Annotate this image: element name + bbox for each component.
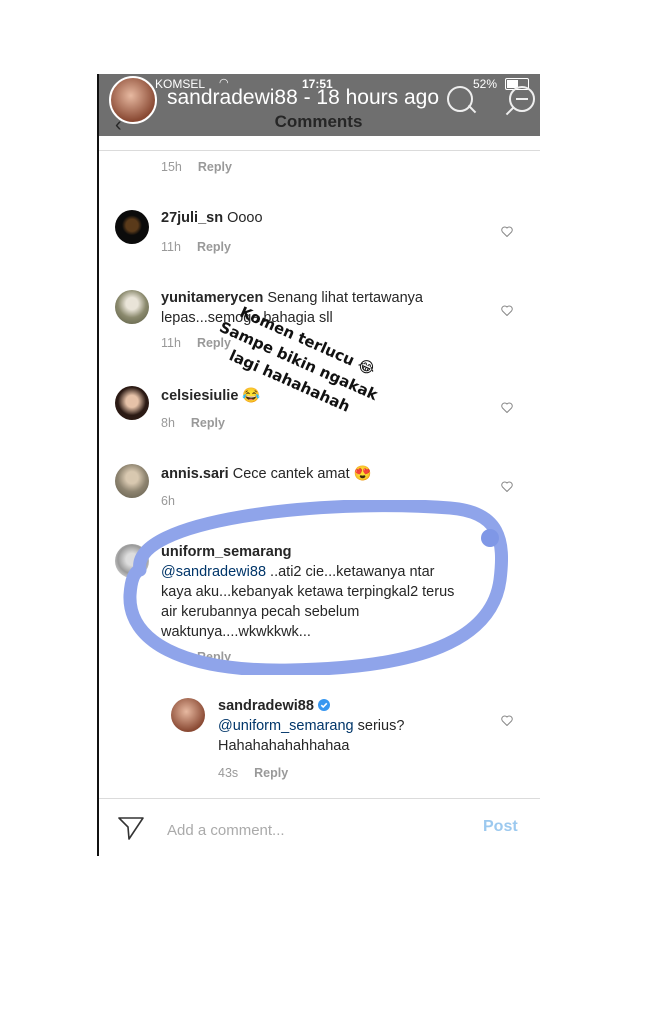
reply-button[interactable]: Reply	[254, 766, 288, 780]
avatar[interactable]	[115, 210, 149, 244]
heart-icon[interactable]	[501, 481, 513, 492]
comment-text: yunitamerycen Senang lihat tertawanya le…	[161, 288, 481, 328]
story-title: sandradewi88 - 18 hours ago	[167, 86, 440, 109]
avatar[interactable]	[115, 290, 149, 324]
heart-icon[interactable]	[501, 402, 513, 413]
page-title: Comments	[274, 112, 363, 131]
comment-time: 15h	[161, 160, 182, 174]
avatar[interactable]	[115, 464, 149, 498]
search-zoom-out-icon[interactable]	[509, 86, 535, 112]
comment-body: Cece cantek amat 😍	[232, 466, 372, 482]
divider	[97, 798, 540, 799]
comment-username[interactable]: celsiesiulie	[161, 388, 238, 404]
comment-username[interactable]: 27juli_sn	[161, 210, 223, 226]
comment-body: Oooo	[227, 210, 263, 226]
reply-button[interactable]: Reply	[198, 160, 232, 174]
battery-percent: 52%	[473, 77, 498, 91]
post-button[interactable]: Post	[483, 818, 518, 836]
heart-icon[interactable]	[501, 715, 513, 726]
comment-username[interactable]: annis.sari	[161, 466, 229, 482]
comment-time: 11h	[161, 240, 181, 254]
avatar[interactable]	[171, 698, 205, 732]
search-zoom-in-icon[interactable]	[447, 86, 473, 112]
comment-time: 11h	[161, 336, 181, 350]
comment-username[interactable]: sandradewi88	[218, 698, 314, 714]
avatar[interactable]	[115, 386, 149, 420]
comment-time: 43s	[218, 766, 239, 780]
send-icon[interactable]	[117, 815, 145, 841]
heart-icon[interactable]	[501, 226, 513, 237]
comment-meta: 11h Reply	[161, 240, 231, 254]
comment-text: sandradewi88 @uniform_semarang serius? H…	[218, 696, 478, 756]
divider	[97, 150, 540, 151]
comment-body: 😂	[242, 388, 261, 404]
verified-badge-icon	[317, 699, 330, 711]
instagram-comments-screen: KOMSEL ◠ 17:51 52% sandradewi88 - 18 hou…	[97, 74, 540, 856]
highlight-circle	[123, 500, 508, 675]
comment-time: 8h	[161, 416, 175, 430]
comment-meta: 15h Reply	[161, 160, 232, 174]
comment-input[interactable]	[165, 818, 459, 842]
heart-icon[interactable]	[501, 305, 513, 316]
comment-meta: 8h Reply	[161, 416, 225, 430]
reply-button[interactable]: Reply	[197, 240, 231, 254]
comment-mention[interactable]: @uniform_semarang	[218, 718, 354, 734]
comment-meta: 43s Reply	[218, 766, 288, 780]
reply-button[interactable]: Reply	[191, 416, 225, 430]
screen-edge	[97, 74, 99, 856]
comment-text: 27juli_sn Oooo	[161, 208, 491, 228]
comment-text: annis.sari Cece cantek amat 😍	[161, 464, 461, 484]
